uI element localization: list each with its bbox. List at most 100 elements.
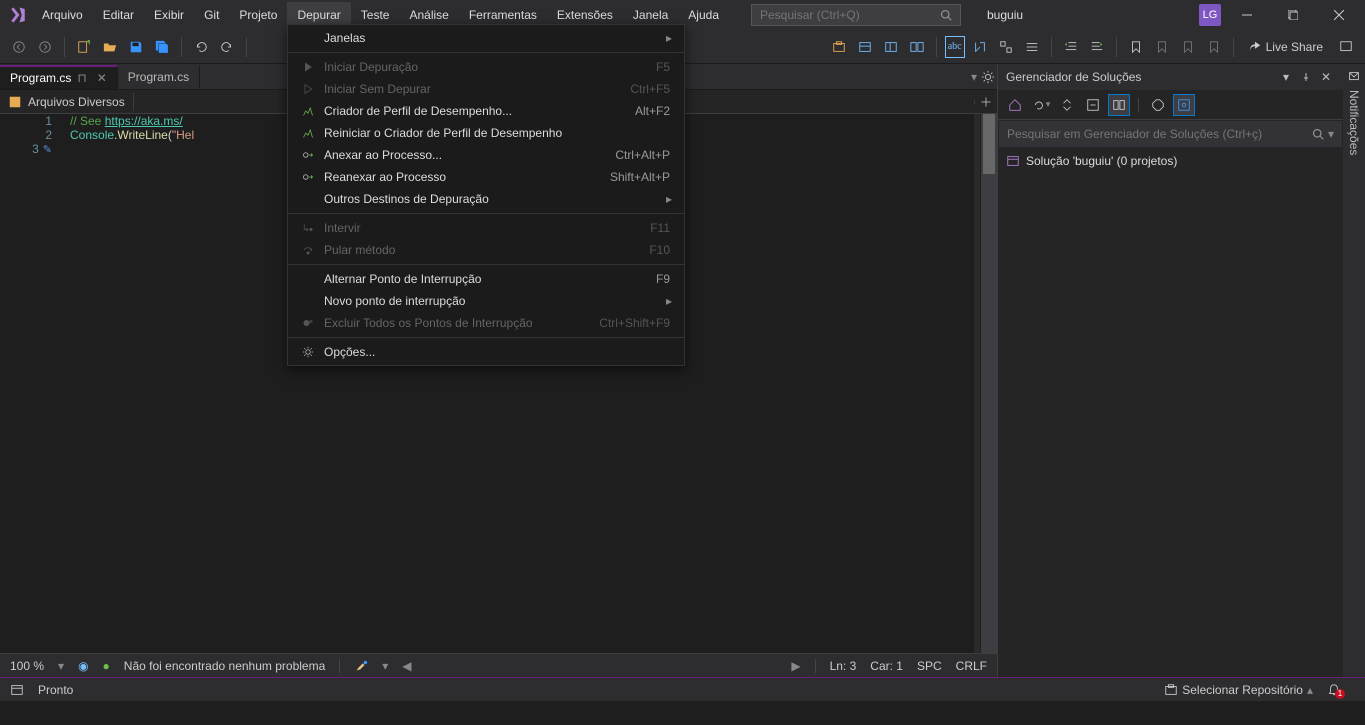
menu-editar[interactable]: Editar [93, 2, 144, 28]
document-tab[interactable]: Program.cs [118, 65, 200, 88]
tb-icon-6[interactable] [969, 36, 991, 58]
menu-item[interactable]: Janelas▸ [288, 27, 684, 49]
save-button[interactable] [125, 36, 147, 58]
window-maximize-button[interactable] [1273, 0, 1313, 30]
menu-git[interactable]: Git [194, 2, 229, 28]
nav-fwd-button[interactable] [34, 36, 56, 58]
menu-item: Pular métodoF10 [288, 239, 684, 261]
tabs-chevron-icon[interactable]: ▾ [971, 70, 977, 84]
menu-projeto[interactable]: Projeto [229, 2, 287, 28]
se-preview-icon[interactable] [1173, 94, 1195, 116]
perf-icon [296, 127, 320, 139]
health-icon[interactable]: ◉ [78, 659, 88, 673]
panel-title: Gerenciador de Soluções [1006, 70, 1141, 84]
eol-mode[interactable]: CRLF [956, 659, 987, 673]
bookmark-next-icon[interactable] [1177, 36, 1199, 58]
se-sync-icon[interactable] [1056, 94, 1078, 116]
menu-item-label: Anexar ao Processo... [320, 148, 615, 162]
menu-item[interactable]: Novo ponto de interrupção▸ [288, 290, 684, 312]
tb-icon-2[interactable] [854, 36, 876, 58]
bookmark-prev-icon[interactable] [1151, 36, 1173, 58]
solution-explorer-search[interactable]: ▾ [999, 121, 1342, 147]
brush-icon: ✎ [43, 143, 52, 156]
indent-more-icon[interactable] [1086, 36, 1108, 58]
tb-icon-8[interactable] [1021, 36, 1043, 58]
menu-item[interactable]: Opções... [288, 341, 684, 363]
se-home-icon[interactable] [1004, 94, 1026, 116]
menu-item-label: Alternar Ponto de Interrupção [320, 272, 656, 286]
tb-icon-4[interactable] [906, 36, 928, 58]
window-close-button[interactable] [1319, 0, 1359, 30]
tb-icon-7[interactable] [995, 36, 1017, 58]
solution-tree[interactable]: Solução 'buguiu' (0 projetos) [998, 148, 1343, 677]
live-share-button[interactable]: Live Share [1242, 38, 1329, 56]
live-share-label: Live Share [1266, 40, 1323, 54]
bp-del-icon [296, 317, 320, 329]
notifications-bell[interactable]: 1 [1327, 683, 1341, 697]
panel-pin-icon[interactable] [1297, 68, 1315, 86]
user-avatar[interactable]: LG [1199, 4, 1221, 26]
editor-settings-icon[interactable] [981, 70, 995, 84]
redo-button[interactable] [216, 36, 238, 58]
split-editor-icon[interactable] [975, 96, 997, 108]
abc-icon[interactable]: abc [945, 36, 965, 58]
menu-item-label: Excluir Todos os Pontos de Interrupção [320, 316, 599, 330]
menu-item[interactable]: Reanexar ao ProcessoShift+Alt+P [288, 166, 684, 188]
pin-icon[interactable]: ⊓ [77, 71, 86, 85]
panel-close-icon[interactable]: ✕ [1317, 68, 1335, 86]
tb-icon-3[interactable] [880, 36, 902, 58]
app-logo-icon [6, 3, 30, 27]
panel-dropdown-icon[interactable]: ▾ [1277, 68, 1295, 86]
cursor-col: Car: 1 [870, 659, 903, 673]
se-refresh-icon[interactable]: ▾ [1030, 94, 1052, 116]
menu-item[interactable]: Alternar Ponto de InterrupçãoF9 [288, 268, 684, 290]
scroll-right-icon[interactable]: ▶ [791, 659, 800, 673]
solution-explorer-toolbar: ▾ [998, 90, 1343, 120]
bookmark-icon[interactable] [1125, 36, 1147, 58]
zoom-level[interactable]: 100 % [10, 659, 44, 673]
indent-less-icon[interactable] [1060, 36, 1082, 58]
menu-exibir[interactable]: Exibir [144, 2, 194, 28]
undo-button[interactable] [190, 36, 212, 58]
se-showall-icon[interactable] [1108, 94, 1130, 116]
issues-label[interactable]: Não foi encontrado nenhum problema [124, 659, 325, 673]
step-icon [296, 222, 320, 234]
notifications-tab[interactable]: Notificações [1347, 70, 1361, 155]
menu-item[interactable]: Anexar ao Processo...Ctrl+Alt+P [288, 144, 684, 166]
indent-mode[interactable]: SPC [917, 659, 942, 673]
menu-item: Iniciar Sem DepurarCtrl+F5 [288, 78, 684, 100]
project-name: buguiu [977, 4, 1033, 26]
global-search-input[interactable] [760, 8, 940, 22]
brush-icon[interactable] [354, 659, 368, 673]
se-collapse-icon[interactable] [1082, 94, 1104, 116]
notifications-label: Notificações [1347, 90, 1361, 155]
toolbox-icon[interactable] [828, 36, 850, 58]
vertical-scrollbar[interactable] [981, 114, 997, 653]
repo-label: Selecionar Repositório [1182, 683, 1303, 697]
gear-icon [296, 346, 320, 358]
bookmark-clear-icon[interactable] [1203, 36, 1225, 58]
feedback-icon[interactable] [1335, 36, 1357, 58]
document-tab[interactable]: Program.cs⊓✕ [0, 65, 118, 89]
scroll-left-icon[interactable]: ◀ [402, 659, 411, 673]
solution-search-input[interactable] [1007, 127, 1312, 141]
global-search[interactable] [751, 4, 961, 26]
menu-item[interactable]: Outros Destinos de Depuração▸ [288, 188, 684, 210]
close-icon[interactable]: ✕ [97, 71, 107, 85]
nav-back-button[interactable] [8, 36, 30, 58]
menu-item-label: Opções... [320, 345, 676, 359]
se-properties-icon[interactable] [1147, 94, 1169, 116]
nav-type-combo[interactable]: Arquivos Diversos [0, 93, 134, 111]
new-item-button[interactable]: * [73, 36, 95, 58]
menu-ajuda[interactable]: Ajuda [678, 2, 729, 28]
solution-root-node[interactable]: Solução 'buguiu' (0 projetos) [1002, 152, 1339, 170]
save-all-button[interactable] [151, 36, 173, 58]
menu-item[interactable]: Reiniciar o Criador de Perfil de Desempe… [288, 122, 684, 144]
menu-arquivo[interactable]: Arquivo [32, 2, 93, 28]
repo-selector[interactable]: Selecionar Repositório ▴ [1164, 683, 1313, 697]
menu-item: Excluir Todos os Pontos de InterrupçãoCt… [288, 312, 684, 334]
open-button[interactable] [99, 36, 121, 58]
window-minimize-button[interactable] [1227, 0, 1267, 30]
menu-item[interactable]: Criador de Perfil de Desempenho...Alt+F2 [288, 100, 684, 122]
output-icon[interactable] [10, 683, 24, 697]
